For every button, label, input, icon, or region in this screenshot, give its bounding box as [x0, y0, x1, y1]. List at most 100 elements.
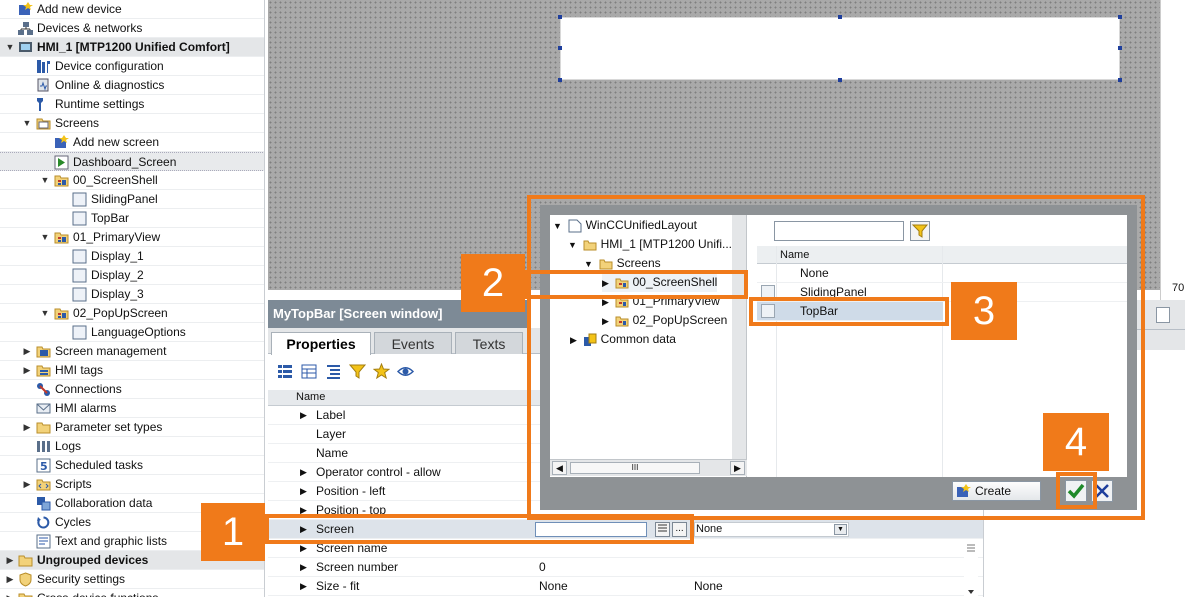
expand-arrow-icon[interactable]: ▶	[21, 342, 33, 361]
hmi-device-icon	[18, 40, 33, 55]
resize-handle[interactable]	[838, 78, 842, 82]
devices-networks-icon	[18, 21, 33, 36]
expand-arrow-icon[interactable]: ▶	[21, 361, 33, 380]
scripts-icon	[36, 477, 51, 492]
resize-handle[interactable]	[1118, 15, 1122, 19]
logs-icon	[36, 439, 51, 454]
resize-handle[interactable]	[838, 15, 842, 19]
callout-badge-2: 2	[461, 254, 525, 312]
callout-box-ok	[1056, 472, 1097, 509]
screen-icon	[72, 268, 87, 283]
expand-arrow-icon[interactable]: ▶	[300, 558, 307, 577]
screen-group-icon	[54, 173, 69, 188]
resize-handle[interactable]	[558, 78, 562, 82]
screen-group-icon	[54, 306, 69, 321]
zoom-level[interactable]: 70	[1172, 282, 1185, 298]
cycles-icon	[36, 515, 51, 530]
tree-item-device-configuration[interactable]: Device configuration	[0, 57, 264, 76]
expand-arrow-icon[interactable]: ▶	[300, 577, 307, 596]
tree-item-screen-management[interactable]: ▶ Screen management	[0, 342, 264, 361]
tree-item-hmi-tags[interactable]: ▶ HMI tags	[0, 361, 264, 380]
tree-item-01-primaryview[interactable]: ▼ 01_PrimaryView	[0, 228, 264, 247]
connections-icon	[36, 382, 51, 397]
tree-item-languageoptions[interactable]: LanguageOptions	[0, 323, 264, 342]
collapse-arrow-icon[interactable]: ▼	[39, 228, 51, 247]
expand-arrow-icon[interactable]: ▶	[300, 482, 307, 501]
list-view-icon[interactable]	[277, 363, 294, 380]
expand-arrow-icon[interactable]: ▶	[4, 551, 16, 570]
screen-icon	[72, 287, 87, 302]
resize-handle[interactable]	[1118, 46, 1122, 50]
tree-item-runtime-settings[interactable]: Runtime settings	[0, 95, 264, 114]
folder-icon	[36, 420, 51, 435]
screen-icon	[72, 325, 87, 340]
resize-handle[interactable]	[1118, 78, 1122, 82]
group-view-icon[interactable]	[301, 363, 318, 380]
screen-group-icon	[54, 230, 69, 245]
callout-box-dialog	[527, 195, 1145, 520]
expand-arrow-icon[interactable]: ▶	[300, 463, 307, 482]
tree-item-add-new-device[interactable]: Add new device	[0, 0, 264, 19]
tree-item-logs[interactable]: Logs	[0, 437, 264, 456]
eye-icon[interactable]	[396, 363, 415, 380]
sort-icon[interactable]	[325, 363, 342, 380]
collapse-arrow-icon[interactable]: ▼	[21, 114, 33, 133]
canvas-right-strip	[1160, 0, 1185, 300]
tree-item-slidingpanel[interactable]: SlidingPanel	[0, 190, 264, 209]
expand-arrow-icon[interactable]: ▶	[21, 418, 33, 437]
callout-box-screen-property	[265, 514, 694, 544]
expand-arrow-icon[interactable]: ▶	[300, 406, 307, 425]
screen-dynamization-select[interactable]: None ▼	[694, 522, 849, 537]
tree-item-security-settings[interactable]: ▶ Security settings	[0, 570, 264, 589]
tab-texts[interactable]: Texts	[455, 332, 523, 354]
properties-scrollbar[interactable]	[964, 540, 978, 597]
callout-badge-4: 4	[1043, 413, 1109, 471]
tree-item-devices-networks[interactable]: Devices & networks	[0, 19, 264, 38]
callout-badge-1: 1	[201, 503, 265, 561]
tree-item-hmi-alarms[interactable]: HMI alarms	[0, 399, 264, 418]
resize-handle[interactable]	[558, 15, 562, 19]
favorite-star-icon[interactable]	[372, 362, 391, 380]
folder-icon	[36, 116, 51, 131]
runtime-settings-icon	[36, 97, 51, 112]
tree-item-topbar[interactable]: TopBar	[0, 209, 264, 228]
collapse-arrow-icon[interactable]: ▼	[39, 304, 51, 323]
tree-item-scripts[interactable]: ▶ Scripts	[0, 475, 264, 494]
screen-start-icon	[54, 155, 69, 170]
tree-item-02-popupscreen[interactable]: ▼ 02_PopUpScreen	[0, 304, 264, 323]
callout-box-topbar	[749, 297, 949, 326]
info-tab-icon[interactable]	[1156, 307, 1170, 323]
property-row[interactable]: ▶ Size - fit None None	[268, 577, 983, 596]
tree-item-screens[interactable]: ▼ Screens	[0, 114, 264, 133]
tree-item-display-1[interactable]: Display_1	[0, 247, 264, 266]
tree-item-connections[interactable]: Connections	[0, 380, 264, 399]
tree-item-hmi-1[interactable]: ▼ HMI_1 [MTP1200 Unified Comfort]	[0, 38, 264, 57]
tab-events[interactable]: Events	[374, 332, 452, 354]
expand-arrow-icon[interactable]: ▶	[21, 475, 33, 494]
tree-item-00-screenshell[interactable]: ▼ 00_ScreenShell	[0, 171, 264, 190]
scheduled-tasks-icon: 5	[36, 458, 51, 473]
tree-item-add-new-screen[interactable]: Add new screen	[0, 133, 264, 152]
tree-item-parameter-set-types[interactable]: ▶ Parameter set types	[0, 418, 264, 437]
resize-handle[interactable]	[558, 46, 562, 50]
tree-item-dashboard-screen[interactable]: Dashboard_Screen	[0, 152, 264, 171]
add-device-icon	[18, 2, 33, 17]
tree-item-scheduled-tasks[interactable]: 5 Scheduled tasks	[0, 456, 264, 475]
expand-arrow-icon[interactable]: ▶	[4, 570, 16, 589]
tree-item-cross-device-functions[interactable]: ▶ Cross-device functions	[0, 589, 264, 597]
tab-properties[interactable]: Properties	[271, 332, 371, 355]
dropdown-arrow-icon[interactable]: ▼	[834, 524, 847, 535]
collapse-arrow-icon[interactable]: ▼	[4, 38, 16, 57]
tree-item-display-3[interactable]: Display_3	[0, 285, 264, 304]
expand-arrow-icon[interactable]: ▶	[4, 589, 16, 597]
filter-icon[interactable]	[348, 363, 367, 380]
device-config-icon	[36, 59, 51, 74]
screen-window-object[interactable]	[560, 17, 1120, 80]
tree-item-display-2[interactable]: Display_2	[0, 266, 264, 285]
hmi-tags-icon	[36, 363, 51, 378]
screen-icon	[72, 192, 87, 207]
tree-item-online-diagnostics[interactable]: Online & diagnostics	[0, 76, 264, 95]
text-lists-icon	[36, 534, 51, 549]
collapse-arrow-icon[interactable]: ▼	[39, 171, 51, 190]
property-row[interactable]: ▶ Screen number 0	[268, 558, 983, 577]
